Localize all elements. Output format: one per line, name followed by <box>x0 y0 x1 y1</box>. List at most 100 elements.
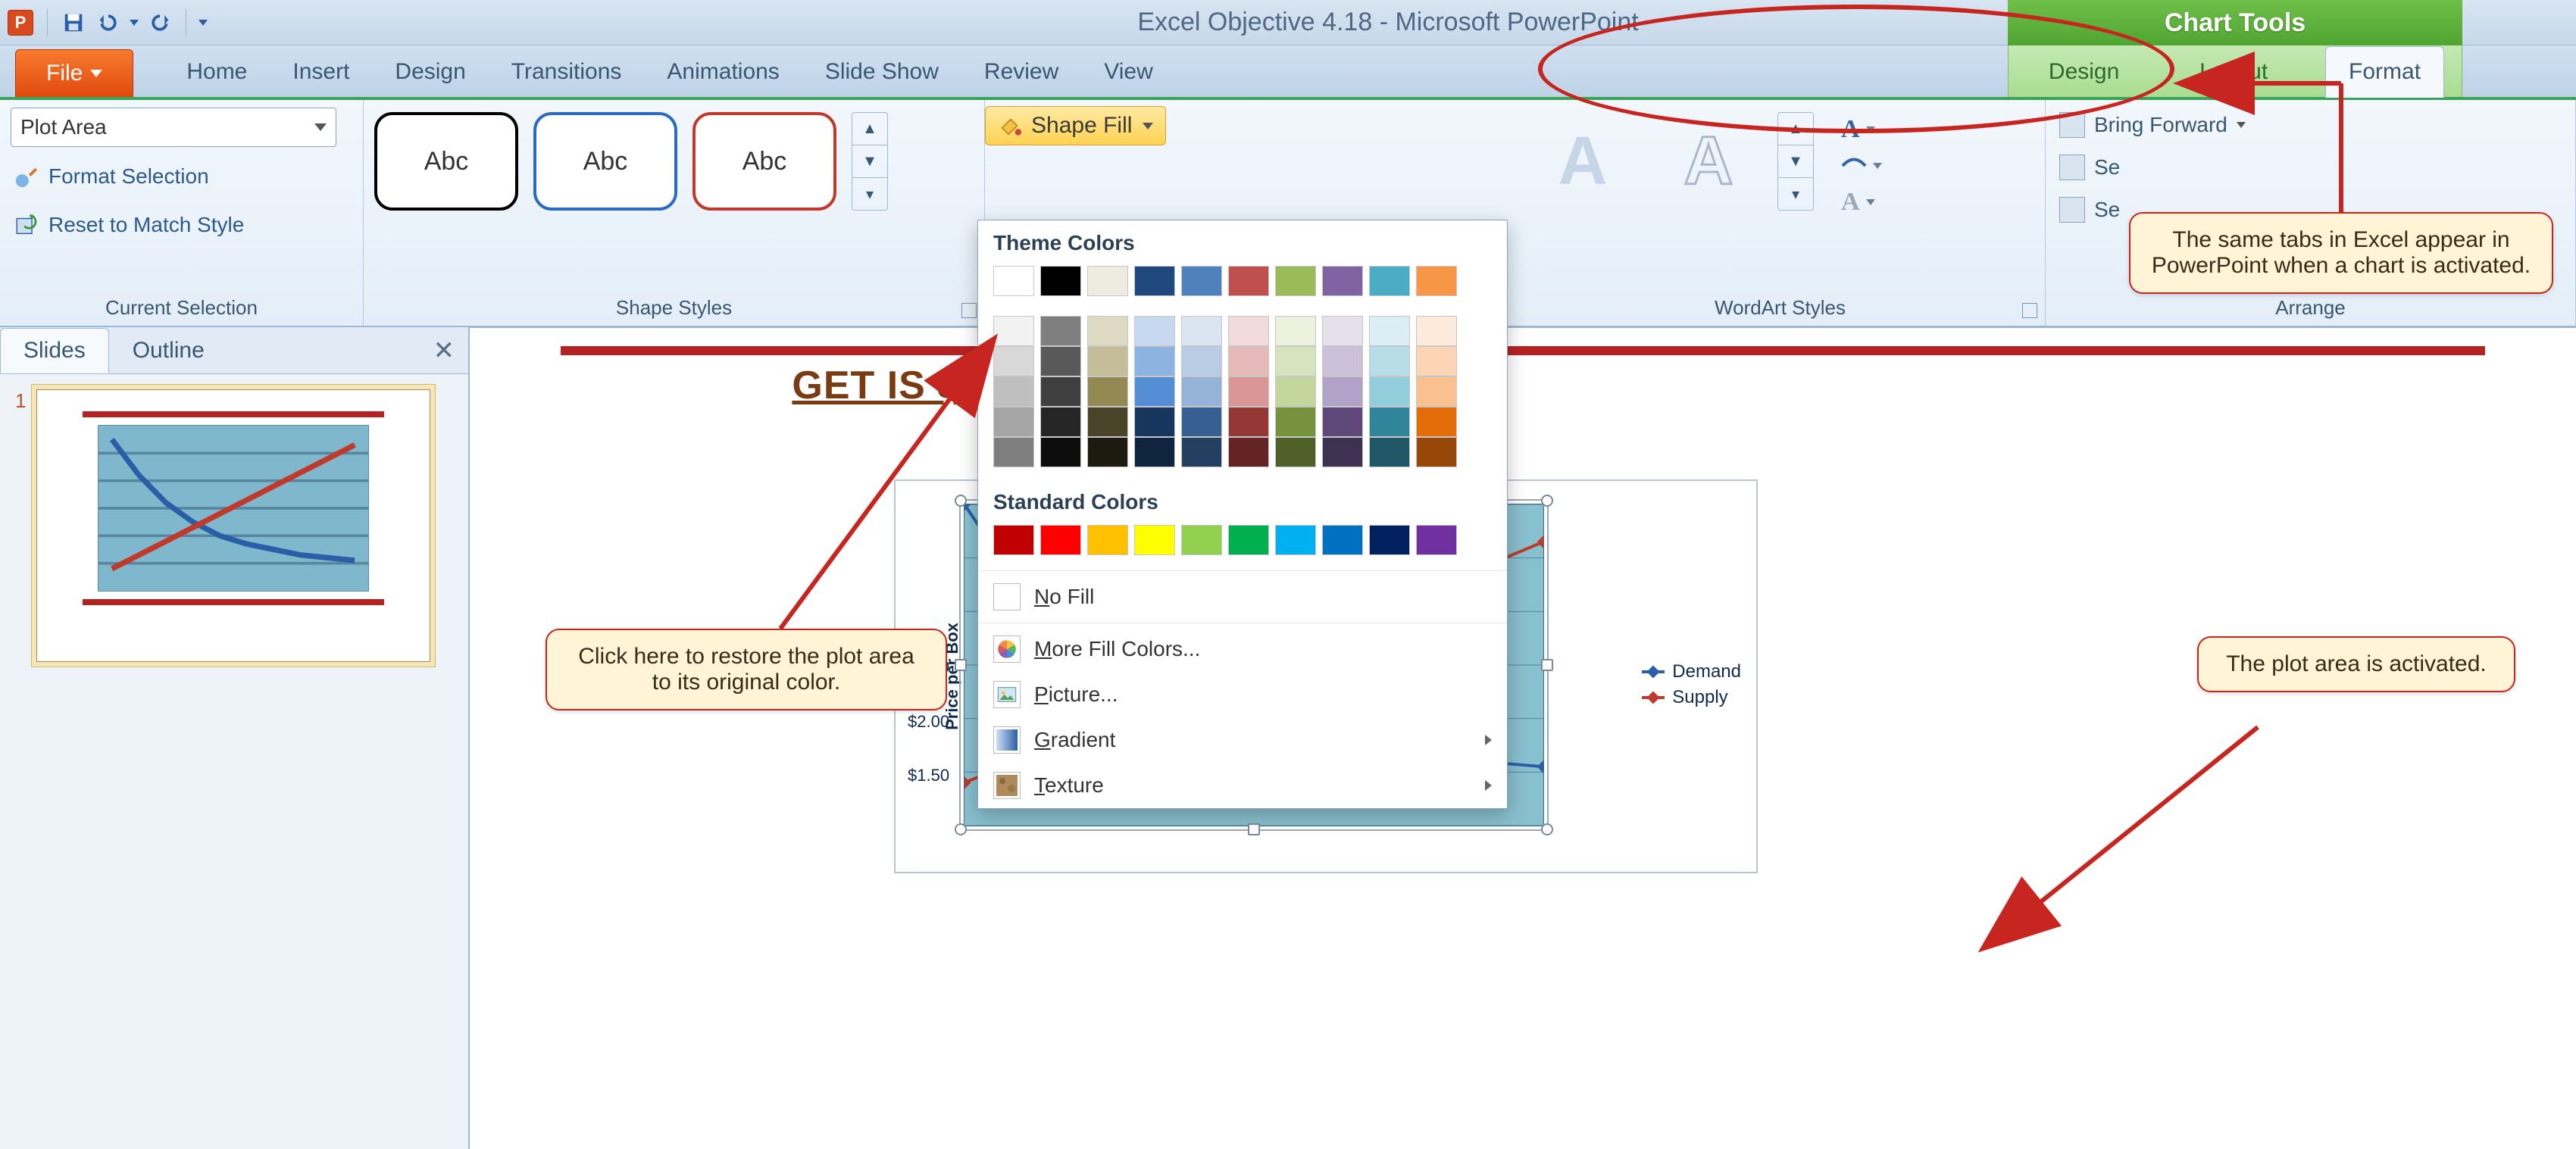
shape-style-swatch-1[interactable]: Abc <box>374 112 518 211</box>
slide-thumbnail[interactable] <box>36 389 430 662</box>
color-swatch[interactable] <box>1181 407 1222 437</box>
color-swatch[interactable] <box>1040 266 1081 296</box>
color-swatch[interactable] <box>1040 316 1081 346</box>
color-swatch[interactable] <box>1322 437 1363 467</box>
color-swatch[interactable] <box>1228 407 1269 437</box>
color-swatch[interactable] <box>1322 376 1363 407</box>
color-swatch[interactable] <box>1369 407 1410 437</box>
color-swatch[interactable] <box>1275 376 1316 407</box>
more-fill-colors-option[interactable]: More Fill Colors... <box>978 626 1507 672</box>
tab-home[interactable]: Home <box>164 47 270 97</box>
texture-fill-option[interactable]: Texture <box>978 763 1507 808</box>
color-swatch[interactable] <box>993 316 1034 346</box>
color-swatch[interactable] <box>1181 437 1222 467</box>
color-swatch[interactable] <box>1134 376 1175 407</box>
text-outline-button[interactable] <box>1841 156 1882 176</box>
color-swatch[interactable] <box>1087 376 1128 407</box>
color-swatch[interactable] <box>1369 346 1410 376</box>
color-swatch[interactable] <box>1087 266 1128 296</box>
color-swatch[interactable] <box>1181 346 1222 376</box>
shape-styles-launcher-icon[interactable] <box>961 303 977 318</box>
format-selection-button[interactable]: Format Selection <box>11 158 212 195</box>
tab-insert[interactable]: Insert <box>270 47 372 97</box>
wordart-gallery-scroll[interactable]: ▲▼▾ <box>1777 112 1814 211</box>
undo-icon[interactable] <box>95 9 122 36</box>
color-swatch[interactable] <box>1275 316 1316 346</box>
shape-style-swatch-3[interactable]: Abc <box>692 112 836 211</box>
save-icon[interactable] <box>60 9 87 36</box>
color-swatch[interactable] <box>1134 525 1175 555</box>
color-swatch[interactable] <box>1087 437 1128 467</box>
selection-pane-button[interactable]: Se <box>2056 192 2123 227</box>
color-swatch[interactable] <box>1416 316 1457 346</box>
gallery-more-icon[interactable]: ▾ <box>852 178 887 210</box>
color-swatch[interactable] <box>1228 266 1269 296</box>
shape-fill-split-button[interactable]: Shape Fill <box>985 106 1166 145</box>
color-swatch[interactable] <box>1181 266 1222 296</box>
color-swatch[interactable] <box>1322 346 1363 376</box>
tab-animations[interactable]: Animations <box>644 47 802 97</box>
color-swatch[interactable] <box>1416 266 1457 296</box>
color-swatch[interactable] <box>1369 266 1410 296</box>
color-swatch[interactable] <box>1087 346 1128 376</box>
gradient-fill-option[interactable]: Gradient <box>978 717 1507 763</box>
color-swatch[interactable] <box>1275 407 1316 437</box>
color-swatch[interactable] <box>1040 407 1081 437</box>
picture-fill-option[interactable]: Picture... <box>978 672 1507 717</box>
color-swatch[interactable] <box>1181 525 1222 555</box>
color-swatch[interactable] <box>993 376 1034 407</box>
color-swatch[interactable] <box>1416 437 1457 467</box>
color-swatch[interactable] <box>993 437 1034 467</box>
color-swatch[interactable] <box>1322 266 1363 296</box>
color-swatch[interactable] <box>1275 525 1316 555</box>
color-swatch[interactable] <box>1369 316 1410 346</box>
color-swatch[interactable] <box>1275 437 1316 467</box>
color-swatch[interactable] <box>1040 437 1081 467</box>
shape-style-swatch-2[interactable]: Abc <box>533 112 677 211</box>
tab-design[interactable]: Design <box>372 47 488 97</box>
tab-transitions[interactable]: Transitions <box>489 47 645 97</box>
send-backward-button[interactable]: Se <box>2056 150 2123 185</box>
undo-dropdown-icon[interactable] <box>130 20 139 26</box>
color-swatch[interactable] <box>1087 407 1128 437</box>
color-swatch[interactable] <box>1040 346 1081 376</box>
color-swatch[interactable] <box>1369 376 1410 407</box>
tab-view[interactable]: View <box>1081 47 1175 97</box>
slide-canvas[interactable]: PRICE TARGET IS $2.50 Supply and Demand … <box>470 327 2576 1149</box>
color-swatch[interactable] <box>993 346 1034 376</box>
chart-element-selector[interactable]: Plot Area <box>11 108 336 147</box>
color-swatch[interactable] <box>1228 316 1269 346</box>
color-swatch[interactable] <box>1134 316 1175 346</box>
color-swatch[interactable] <box>1134 407 1175 437</box>
gallery-down-icon[interactable]: ▼ <box>852 145 887 178</box>
color-swatch[interactable] <box>1322 525 1363 555</box>
bring-forward-button[interactable]: Bring Forward <box>2056 108 2249 142</box>
wordart-swatch-1[interactable]: A <box>1526 112 1640 211</box>
color-swatch[interactable] <box>1134 346 1175 376</box>
color-swatch[interactable] <box>1322 316 1363 346</box>
color-swatch[interactable] <box>1228 437 1269 467</box>
reset-to-match-style-button[interactable]: Reset to Match Style <box>11 206 247 244</box>
wordart-launcher-icon[interactable] <box>2022 303 2037 318</box>
color-swatch[interactable] <box>1369 525 1410 555</box>
no-fill-option[interactable]: No Fill <box>978 574 1507 620</box>
tab-chart-layout[interactable]: Layout <box>2177 47 2290 97</box>
color-swatch[interactable] <box>993 266 1034 296</box>
gallery-up-icon[interactable]: ▲ <box>852 113 887 145</box>
color-swatch[interactable] <box>1275 266 1316 296</box>
color-swatch[interactable] <box>1416 376 1457 407</box>
tab-slideshow[interactable]: Slide Show <box>802 47 961 97</box>
text-fill-button[interactable]: A <box>1841 115 1882 144</box>
color-swatch[interactable] <box>1181 376 1222 407</box>
color-swatch[interactable] <box>1134 266 1175 296</box>
tab-chart-design[interactable]: Design <box>2026 47 2142 97</box>
panel-tab-slides[interactable]: Slides <box>0 328 109 373</box>
qat-customize-icon[interactable] <box>199 20 208 26</box>
panel-tab-outline[interactable]: Outline <box>109 328 228 373</box>
color-swatch[interactable] <box>1228 376 1269 407</box>
color-swatch[interactable] <box>1275 346 1316 376</box>
close-icon[interactable]: ✕ <box>433 336 455 366</box>
text-effects-button[interactable]: A <box>1841 188 1882 217</box>
color-swatch[interactable] <box>1087 525 1128 555</box>
redo-icon[interactable] <box>146 9 174 36</box>
